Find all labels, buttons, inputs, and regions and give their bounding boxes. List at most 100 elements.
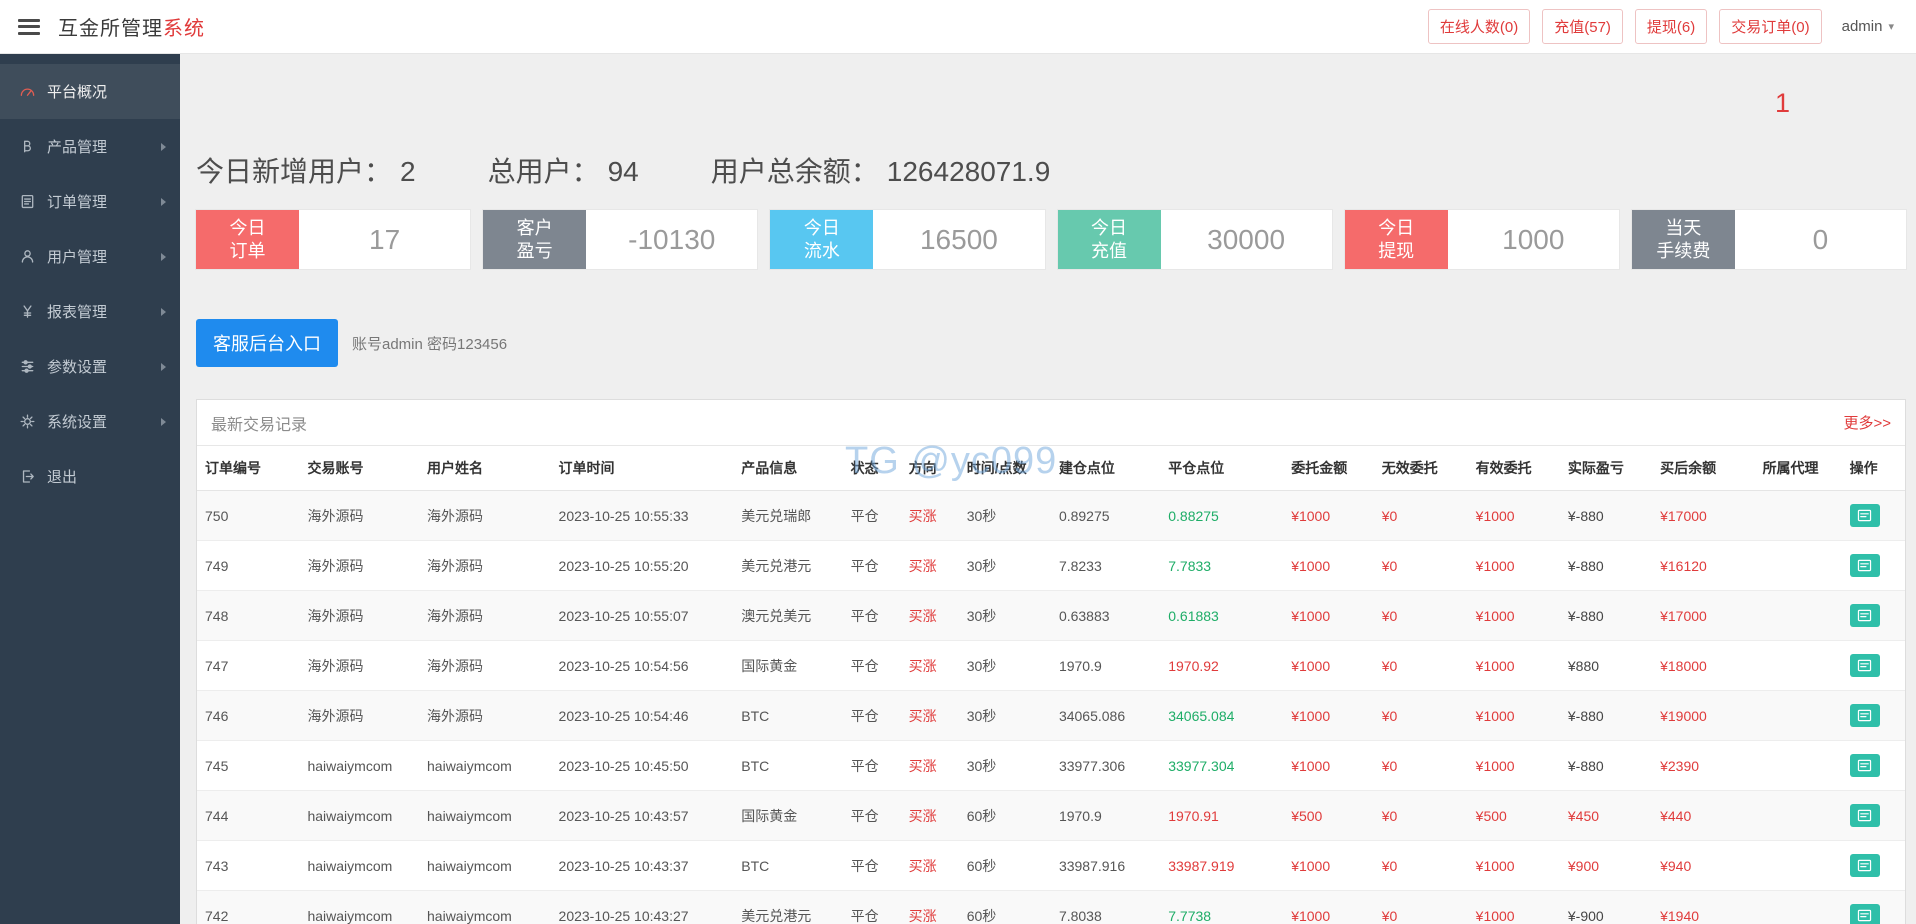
cell-operation xyxy=(1841,590,1905,641)
stat-card-label: 今日 提现 xyxy=(1344,210,1448,269)
cell-account: haiwaiymcom xyxy=(299,740,420,791)
cell-agent xyxy=(1754,690,1842,741)
stat-card-label: 今日 订单 xyxy=(196,210,299,269)
cell-direction: 买涨 xyxy=(900,690,959,741)
cell-agent xyxy=(1754,640,1842,691)
column-header: 用户姓名 xyxy=(419,446,551,491)
row-detail-button[interactable] xyxy=(1849,704,1880,727)
cell-balance: ¥940 xyxy=(1652,840,1755,891)
sidebar-item-param-settings[interactable]: 参数设置 xyxy=(0,339,180,394)
summary-item-1: 总用户： 94 xyxy=(488,150,639,190)
header-right: 在线人数(0) 充值(57) 提现(6) 交易订单(0) admin ▾ xyxy=(1427,9,1898,44)
cell-agent xyxy=(1754,590,1842,641)
service-portal-button[interactable]: 客服后台入口 xyxy=(196,319,338,367)
sidebar-item-system-settings[interactable]: 系统设置 xyxy=(0,394,180,449)
row-detail-button[interactable] xyxy=(1849,854,1880,877)
cell-valid-amount: ¥500 xyxy=(1467,790,1560,841)
column-header: 操作 xyxy=(1841,446,1905,491)
cell-product: BTC xyxy=(733,690,843,741)
row-detail-button[interactable] xyxy=(1849,554,1880,577)
cell-close-price: 0.61883 xyxy=(1160,590,1284,641)
stat-card-value: 17 xyxy=(369,223,401,255)
sidebar-item-platform-overview[interactable]: 平台概况 xyxy=(0,64,180,119)
sidebar-item-user-management[interactable]: 用户管理 xyxy=(0,229,180,284)
cell-agent xyxy=(1754,740,1842,791)
sidebar-item-label: 参数设置 xyxy=(47,359,108,376)
header-badge-withdraw[interactable]: 提现(6) xyxy=(1634,9,1708,44)
stat-cards: 今日 订单 17 客户 盈亏 -10130 今日 流水 16500 今日 充值 30000 今日 提现 10… xyxy=(196,210,1907,269)
sidebar-item-order-management[interactable]: 订单管理 xyxy=(0,174,180,229)
sidebar-item-label: 报表管理 xyxy=(47,304,108,321)
cell-amount: ¥1000 xyxy=(1283,740,1374,791)
cell-close-price: 34065.084 xyxy=(1160,690,1284,741)
cell-agent xyxy=(1754,840,1842,891)
cell-order-time: 2023-10-25 10:43:27 xyxy=(550,890,734,924)
settings-icon xyxy=(18,413,36,431)
cell-duration: 30秒 xyxy=(958,590,1051,641)
sidebar-item-report-management[interactable]: 报表管理 xyxy=(0,284,180,339)
cell-duration: 60秒 xyxy=(958,790,1051,841)
cell-order-time: 2023-10-25 10:54:46 xyxy=(550,690,734,741)
row-detail-button[interactable] xyxy=(1849,504,1880,527)
admin-dropdown[interactable]: admin ▾ xyxy=(1842,18,1894,35)
orders-icon xyxy=(18,193,36,211)
cell-direction: 买涨 xyxy=(900,640,959,691)
header-badge-trade-orders[interactable]: 交易订单(0) xyxy=(1719,9,1822,44)
row-detail-button[interactable] xyxy=(1849,654,1880,677)
cell-invalid-amount: ¥0 xyxy=(1373,840,1468,891)
summary-stats: 今日新增用户： 2 总用户： 94 用户总余额： 126428071.9 xyxy=(196,54,1906,190)
row-detail-button[interactable] xyxy=(1849,904,1880,924)
stat-card-4: 今日 提现 1000 xyxy=(1344,210,1619,269)
cell-account: 海外源码 xyxy=(299,690,420,741)
cell-order-id: 748 xyxy=(197,590,300,641)
column-header: 订单编号 xyxy=(197,446,300,491)
cell-account: 海外源码 xyxy=(299,590,420,641)
row-detail-button[interactable] xyxy=(1849,804,1880,827)
cell-direction: 买涨 xyxy=(900,490,959,541)
header-badge-recharge[interactable]: 充值(57) xyxy=(1542,9,1623,44)
cell-account: 海外源码 xyxy=(299,640,420,691)
row-detail-button[interactable] xyxy=(1849,754,1880,777)
app-root: 互金所管理系统 在线人数(0) 充值(57) 提现(6) 交易订单(0) admin … xyxy=(0,0,1916,924)
cell-balance: ¥2390 xyxy=(1652,740,1755,791)
row-detail-button[interactable] xyxy=(1849,604,1880,627)
cell-order-id: 744 xyxy=(197,790,300,841)
hamburger-menu-icon[interactable] xyxy=(18,18,40,35)
header-badge-online-users[interactable]: 在线人数(0) xyxy=(1427,9,1531,44)
cell-amount: ¥1000 xyxy=(1283,640,1374,691)
cell-status: 平仓 xyxy=(842,540,901,591)
column-header: 产品信息 xyxy=(733,446,843,491)
cell-status: 平仓 xyxy=(842,840,901,891)
more-link[interactable]: 更多>> xyxy=(1843,412,1891,433)
cell-product: 美元兑港元 xyxy=(733,540,843,591)
sidebar-item-product-management[interactable]: 产品管理 xyxy=(0,119,180,174)
cell-product: 澳元兑美元 xyxy=(733,590,843,641)
app-title-main: 互金所管理 xyxy=(58,18,163,40)
column-header: 建仓点位 xyxy=(1050,446,1161,491)
cell-duration: 60秒 xyxy=(958,840,1051,891)
cell-close-price: 33977.304 xyxy=(1160,740,1284,791)
cell-amount: ¥1000 xyxy=(1283,690,1374,741)
cell-invalid-amount: ¥0 xyxy=(1373,540,1468,591)
cell-order-id: 743 xyxy=(197,840,300,891)
cell-valid-amount: ¥1000 xyxy=(1467,840,1560,891)
table-row: 747 海外源码 海外源码 2023-10-25 10:54:56 国际黄金 平仓 买涨 30… xyxy=(197,640,1905,691)
cell-username: 海外源码 xyxy=(419,690,551,741)
cell-product: 国际黄金 xyxy=(733,640,843,691)
sidebar-item-label: 系统设置 xyxy=(47,414,108,431)
cell-direction: 买涨 xyxy=(900,590,959,641)
cell-order-id: 749 xyxy=(197,540,300,591)
params-icon xyxy=(18,358,36,376)
cell-order-time: 2023-10-25 10:55:33 xyxy=(550,490,734,541)
header-badges: 在线人数(0) 充值(57) 提现(6) 交易订单(0) xyxy=(1427,9,1822,44)
cell-agent xyxy=(1754,890,1842,924)
cell-duration: 60秒 xyxy=(958,890,1051,924)
sidebar-item-logout[interactable]: 退出 xyxy=(0,449,180,504)
column-header: 所属代理 xyxy=(1754,446,1842,491)
cell-order-id: 742 xyxy=(197,890,300,924)
cell-profit: ¥-880 xyxy=(1559,590,1653,641)
cell-status: 平仓 xyxy=(842,740,901,791)
table-row: 750 海外源码 海外源码 2023-10-25 10:55:33 美元兑瑞郎 平仓 买涨 3… xyxy=(197,490,1905,541)
cell-profit: ¥-880 xyxy=(1559,540,1653,591)
stat-card-label: 今日 流水 xyxy=(770,210,874,269)
